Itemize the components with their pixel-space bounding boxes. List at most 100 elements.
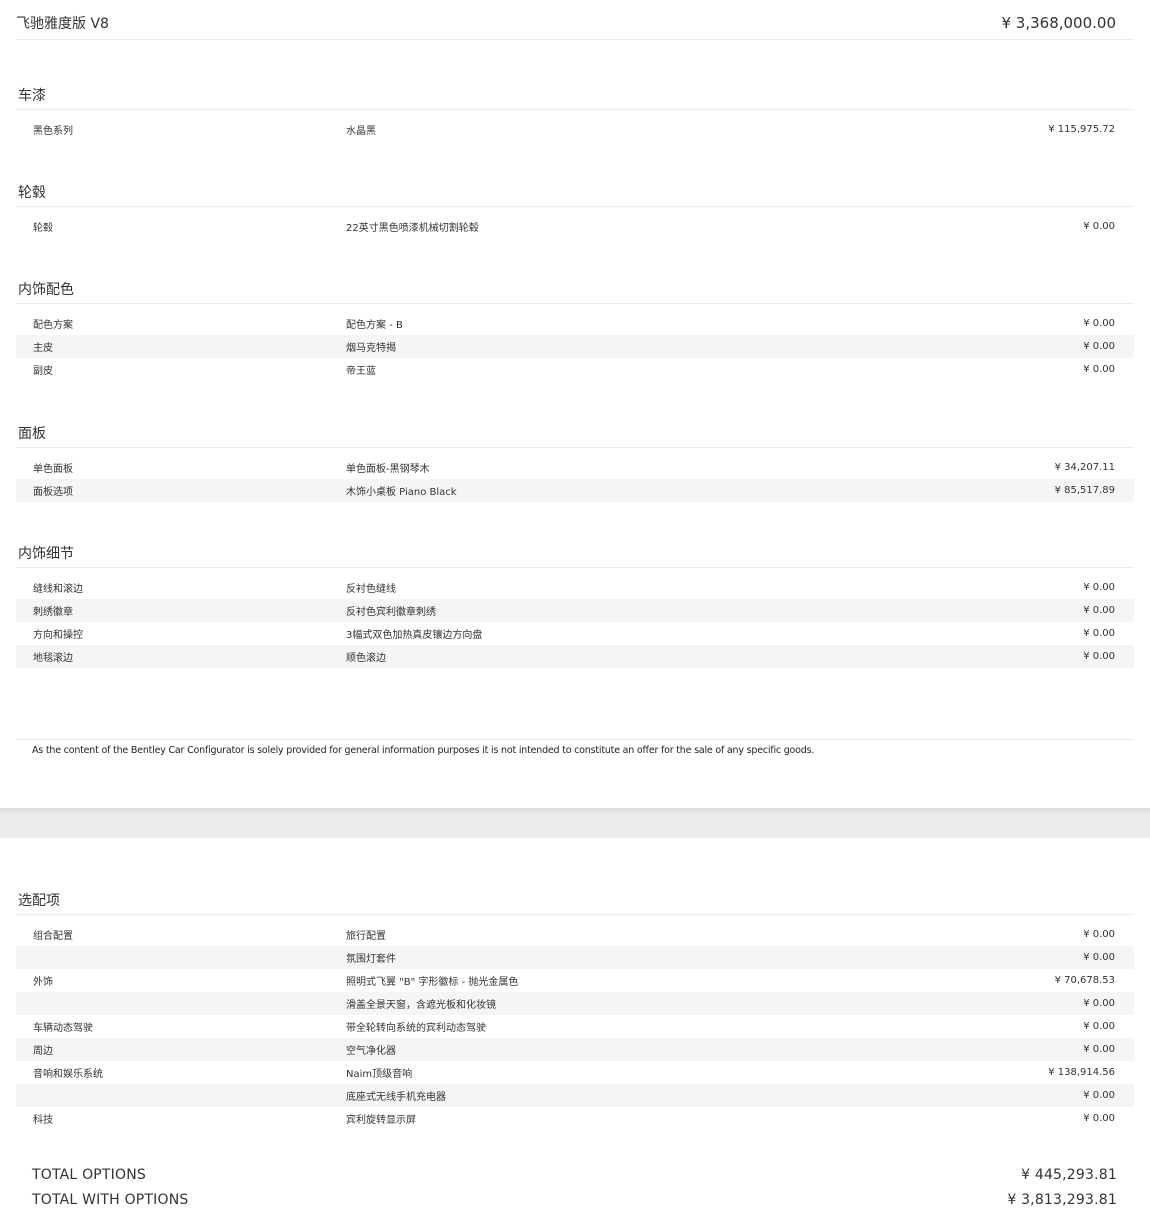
option-row: 车辆动态驾驶 带全轮转向系统的宾利动态驾驶 ¥ 0.00 [16,1015,1134,1038]
option-name: 帝王蓝 [346,366,376,377]
option-row: 外饰 照明式飞翼 "B" 字形徽标 - 抛光金属色 ¥ 70,678.53 [16,969,1134,992]
section: 内饰配色配色方案 配色方案 - B ¥ 0.00 主皮 烟马克特揭 ¥ 0.00 副皮 帝王蓝… [16,274,1134,381]
option-price: ¥ 85,517.89 [1054,485,1115,496]
total-with-options-label: TOTAL WITH OPTIONS [32,1191,189,1208]
option-name: 3幅式双色加热真皮镶边方向盘 [346,630,483,641]
option-category: 科技 [33,1115,53,1126]
option-price: ¥ 0.00 [1083,1113,1115,1124]
option-name: 带全轮转向系统的宾利动态驾驶 [346,1023,486,1034]
option-row: 黑色系列 水晶黑 ¥ 115,975.72 [16,118,1134,141]
section-title: 轮毂 [16,177,1134,207]
option-row: 刺绣徽章 反衬色宾利徽章刺绣 ¥ 0.00 [16,599,1134,622]
option-name: 22英寸黑色喷漆机械切割轮毂 [346,223,479,234]
option-name: 旅行配置 [346,931,386,942]
option-category: 周边 [33,1046,53,1057]
option-row: 缝线和滚边 反衬色缝线 ¥ 0.00 [16,576,1134,599]
option-name: Naim顶级音响 [346,1069,413,1080]
section: 面板单色面板 单色面板-黑钢琴木 ¥ 34,207.11 面板选项 木饰小桌板 Pian… [16,418,1134,502]
totals-block: TOTAL OPTIONS ¥ 445,293.81 TOTAL WITH OP… [32,1162,1118,1212]
page-break-band [0,808,1150,838]
option-name: 反衬色缝线 [346,584,396,595]
model-name: 飞驰雅度版 V8 [16,15,109,32]
model-base-price: ¥ 3,368,000.00 [1001,13,1116,32]
option-price: ¥ 0.00 [1083,651,1115,662]
section: 选配项组合配置 旅行配置 ¥ 0.00 氛围灯套件 ¥ 0.00 外饰 照明式飞翼 "B" … [16,885,1134,1130]
option-category: 缝线和滚边 [33,584,83,595]
option-price: ¥ 0.00 [1083,952,1115,963]
option-row: 面板选项 木饰小桌板 Piano Black ¥ 85,517.89 [16,479,1134,502]
option-category: 音响和娱乐系统 [33,1069,103,1080]
total-with-options-value: ¥ 3,813,293.81 [1007,1191,1117,1208]
option-price: ¥ 70,678.53 [1054,975,1115,986]
option-name: 顺色滚边 [346,653,386,664]
section-title: 内饰配色 [16,274,1134,304]
total-options-value: ¥ 445,293.81 [1021,1166,1117,1183]
option-name: 单色面板-黑钢琴木 [346,464,430,475]
option-price: ¥ 0.00 [1083,1090,1115,1101]
option-name: 反衬色宾利徽章刺绣 [346,607,436,618]
option-category: 刺绣徽章 [33,607,73,618]
option-price: ¥ 0.00 [1083,318,1115,329]
option-name: 木饰小桌板 Piano Black [346,487,457,498]
section-title: 内饰细节 [16,538,1134,568]
option-category: 地毯滚边 [33,653,73,664]
option-name: 照明式飞翼 "B" 字形徽标 - 抛光金属色 [346,977,519,988]
option-row: 地毯滚边 顺色滚边 ¥ 0.00 [16,645,1134,668]
model-header: 飞驰雅度版 V8 ¥ 3,368,000.00 [16,6,1134,40]
option-price: ¥ 0.00 [1083,221,1115,232]
option-row: 科技 宾利旋转显示屏 ¥ 0.00 [16,1107,1134,1130]
option-row: 底座式无线手机充电器 ¥ 0.00 [16,1084,1134,1107]
option-category: 外饰 [33,977,53,988]
option-name: 水晶黑 [346,126,376,137]
option-category: 副皮 [33,366,53,377]
option-price: ¥ 138,914.56 [1048,1067,1115,1078]
option-price: ¥ 0.00 [1083,582,1115,593]
option-category: 主皮 [33,343,53,354]
option-price: ¥ 0.00 [1083,364,1115,375]
section-title: 车漆 [16,80,1134,110]
option-price: ¥ 0.00 [1083,929,1115,940]
option-category: 车辆动态驾驶 [33,1023,93,1034]
option-name: 空气净化器 [346,1046,396,1057]
option-name: 底座式无线手机充电器 [346,1092,446,1103]
option-row: 单色面板 单色面板-黑钢琴木 ¥ 34,207.11 [16,456,1134,479]
option-row: 主皮 烟马克特揭 ¥ 0.00 [16,335,1134,358]
section: 内饰细节缝线和滚边 反衬色缝线 ¥ 0.00 刺绣徽章 反衬色宾利徽章刺绣 ¥ 0.00 方… [16,538,1134,668]
option-row: 轮毂 22英寸黑色喷漆机械切割轮毂 ¥ 0.00 [16,215,1134,238]
option-category: 组合配置 [33,931,73,942]
option-row: 副皮 帝王蓝 ¥ 0.00 [16,358,1134,381]
disclaimer-text: As the content of the Bentley Car Config… [32,745,815,756]
option-row: 方向和操控 3幅式双色加热真皮镶边方向盘 ¥ 0.00 [16,622,1134,645]
option-name: 氛围灯套件 [346,954,396,965]
option-price: ¥ 0.00 [1083,341,1115,352]
option-price: ¥ 0.00 [1083,1044,1115,1055]
section: 轮毂 轮毂 22英寸黑色喷漆机械切割轮毂 ¥ 0.00 [16,177,1134,238]
option-price: ¥ 34,207.11 [1054,462,1115,473]
option-row: 配色方案 配色方案 - B ¥ 0.00 [16,312,1134,335]
option-name: 滑盖全景天窗，含遮光板和化妆镜 [346,1000,496,1011]
option-category: 方向和操控 [33,630,83,641]
option-category: 单色面板 [33,464,73,475]
option-name: 配色方案 - B [346,320,403,331]
total-options-label: TOTAL OPTIONS [32,1166,146,1183]
option-price: ¥ 0.00 [1083,998,1115,1009]
option-row: 组合配置 旅行配置 ¥ 0.00 [16,923,1134,946]
section-title: 面板 [16,418,1134,448]
total-with-options-row: TOTAL WITH OPTIONS ¥ 3,813,293.81 [32,1187,1118,1212]
option-price: ¥ 0.00 [1083,605,1115,616]
option-price: ¥ 0.00 [1083,1021,1115,1032]
option-category: 面板选项 [33,487,73,498]
option-category: 配色方案 [33,320,73,331]
section-rows: 配色方案 配色方案 - B ¥ 0.00 主皮 烟马克特揭 ¥ 0.00 副皮 帝王蓝 ¥ 0.… [16,312,1134,381]
section-rows: 组合配置 旅行配置 ¥ 0.00 氛围灯套件 ¥ 0.00 外饰 照明式飞翼 "B" 字形徽… [16,923,1134,1130]
option-name: 烟马克特揭 [346,343,396,354]
total-options-row: TOTAL OPTIONS ¥ 445,293.81 [32,1162,1118,1187]
option-row: 氛围灯套件 ¥ 0.00 [16,946,1134,969]
option-row: 滑盖全景天窗，含遮光板和化妆镜 ¥ 0.00 [16,992,1134,1015]
section-rows: 单色面板 单色面板-黑钢琴木 ¥ 34,207.11 面板选项 木饰小桌板 Piano … [16,456,1134,502]
disclaimer-divider [16,739,1134,740]
option-row: 音响和娱乐系统 Naim顶级音响 ¥ 138,914.56 [16,1061,1134,1084]
section-title: 选配项 [16,885,1134,915]
section-rows: 缝线和滚边 反衬色缝线 ¥ 0.00 刺绣徽章 反衬色宾利徽章刺绣 ¥ 0.00 方向和操控… [16,576,1134,668]
option-category: 黑色系列 [33,126,73,137]
